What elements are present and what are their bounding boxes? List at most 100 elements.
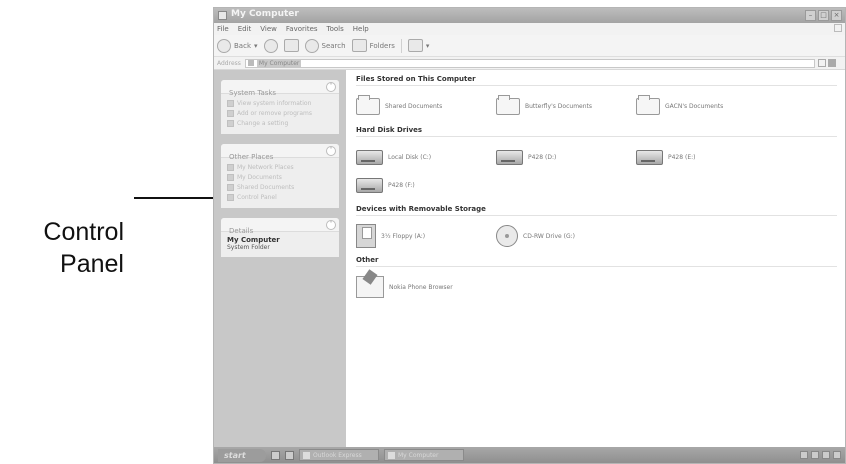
search-label: Search	[321, 41, 346, 50]
menu-view[interactable]: View	[260, 25, 277, 33]
list-item[interactable]: Shared Documents	[356, 92, 496, 120]
toolbar: Back ▾ Search Folders ▾	[214, 35, 845, 57]
views-button[interactable]: ▾	[407, 39, 430, 52]
callout-label: Control Panel	[0, 216, 124, 280]
list-item[interactable]: P428 (D:)	[496, 143, 636, 171]
hard-drive-icon	[636, 149, 663, 165]
phone-browser-icon	[356, 276, 384, 298]
other-places-panel: Other Places ˄ My Network Places My Docu…	[221, 144, 339, 208]
list-item[interactable]: P428 (F:)	[356, 171, 496, 199]
forward-arrow-icon	[263, 38, 278, 53]
group-title-hdd: Hard Disk Drives	[356, 126, 837, 137]
search-button[interactable]: Search	[304, 38, 346, 53]
list-item[interactable]: GACN's Documents	[636, 92, 776, 120]
window-controls: – □ ×	[805, 10, 842, 21]
tray-icon[interactable]	[822, 451, 830, 459]
collapse-icon[interactable]: ˄	[326, 146, 336, 156]
collapse-icon[interactable]: ˄	[326, 220, 336, 230]
folders-icon	[351, 39, 367, 52]
hard-drive-icon	[356, 177, 383, 193]
back-button[interactable]: Back ▾	[217, 38, 258, 53]
address-input[interactable]: My Computer	[244, 58, 815, 68]
list-item[interactable]: Local Disk (C:)	[356, 143, 496, 171]
place-my-documents[interactable]: My Documents	[227, 172, 333, 182]
group-title-other: Other	[356, 256, 837, 267]
computer-icon	[218, 11, 227, 20]
settings-icon	[227, 119, 234, 127]
list-item[interactable]: 3½ Floppy (A:)	[356, 222, 496, 250]
folders-button[interactable]: Folders	[351, 39, 395, 52]
title-bar[interactable]: My Computer – □ ×	[214, 8, 845, 23]
close-button[interactable]: ×	[831, 10, 842, 21]
menu-file[interactable]: File	[217, 25, 229, 33]
my-computer-window: My Computer – □ × File Edit View Favorit…	[213, 7, 846, 464]
details-header[interactable]: Details ˄	[221, 218, 339, 235]
mail-icon	[303, 451, 310, 459]
back-label: Back	[234, 41, 251, 50]
group-other: Nokia Phone Browser	[356, 273, 837, 301]
task-change-setting[interactable]: Change a setting	[227, 118, 333, 128]
menu-help[interactable]: Help	[353, 25, 369, 33]
back-arrow-icon	[217, 38, 231, 53]
place-shared-documents[interactable]: Shared Documents	[227, 182, 333, 192]
group-title-stored: Files Stored on This Computer	[356, 75, 837, 86]
system-tray	[800, 451, 841, 459]
hard-drive-icon	[496, 149, 523, 165]
window-title: My Computer	[231, 9, 299, 19]
taskbar: start Outlook Express My Computer	[214, 447, 845, 463]
taskbar-item-outlook[interactable]: Outlook Express	[299, 449, 379, 461]
other-places-title: Other Places	[229, 153, 274, 161]
task-add-remove-programs[interactable]: Add or remove programs	[227, 108, 333, 118]
chevron-down-icon: ▾	[425, 41, 430, 50]
menu-edit[interactable]: Edit	[238, 25, 252, 33]
callout-line-1: Control	[43, 218, 124, 246]
task-view-system-info[interactable]: View system information	[227, 98, 333, 108]
windows-flag-icon	[834, 24, 842, 32]
computer-icon	[388, 451, 395, 459]
taskbar-item-my-computer[interactable]: My Computer	[384, 449, 464, 461]
group-removable: 3½ Floppy (A:) CD-RW Drive (G:)	[356, 222, 837, 250]
group-hdd: Local Disk (C:) P428 (D:) P428 (E:) P428…	[356, 143, 837, 199]
system-tasks-header[interactable]: System Tasks ˄	[221, 80, 339, 97]
folder-icon	[636, 94, 660, 115]
address-bar: Address My Computer	[214, 57, 845, 70]
tray-icon[interactable]	[811, 451, 819, 459]
floppy-drive-icon	[356, 224, 376, 248]
control-panel-icon	[227, 193, 234, 201]
place-network[interactable]: My Network Places	[227, 162, 333, 172]
views-icon	[407, 39, 423, 52]
minimize-button[interactable]: –	[805, 10, 816, 21]
tray-icon[interactable]	[800, 451, 808, 459]
address-value: My Computer	[256, 59, 302, 67]
forward-button[interactable]	[263, 38, 278, 53]
list-item[interactable]: Nokia Phone Browser	[356, 273, 496, 301]
details-panel: Details ˄ My Computer System Folder	[221, 218, 339, 257]
folder-icon	[227, 183, 234, 191]
info-icon	[227, 99, 234, 107]
task-pane: System Tasks ˄ View system information A…	[214, 70, 346, 447]
cd-drive-icon	[496, 225, 518, 247]
maximize-button[interactable]: □	[818, 10, 829, 21]
menu-favorites[interactable]: Favorites	[286, 25, 318, 33]
toolbar-divider	[400, 38, 402, 53]
other-places-list: My Network Places My Documents Shared Do…	[221, 158, 339, 208]
list-item[interactable]: P428 (E:)	[636, 143, 776, 171]
quick-launch-icon[interactable]	[285, 450, 294, 460]
collapse-icon[interactable]: ˄	[326, 82, 336, 92]
start-button[interactable]: start	[218, 448, 266, 462]
place-control-panel[interactable]: Control Panel	[227, 192, 333, 202]
up-button[interactable]	[283, 39, 299, 52]
folder-icon	[227, 173, 234, 181]
go-button[interactable]	[818, 59, 843, 68]
address-label: Address	[217, 59, 241, 67]
quick-launch-icon[interactable]	[271, 450, 280, 460]
network-icon	[227, 163, 234, 171]
list-item[interactable]: Butterfly's Documents	[496, 92, 636, 120]
folders-label: Folders	[369, 41, 395, 50]
other-places-header[interactable]: Other Places ˄	[221, 144, 339, 161]
tray-icon[interactable]	[833, 451, 841, 459]
file-view: Files Stored on This Computer Shared Doc…	[346, 70, 845, 447]
list-item[interactable]: CD-RW Drive (G:)	[496, 222, 636, 250]
group-stored: Shared Documents Butterfly's Documents G…	[356, 92, 837, 120]
menu-tools[interactable]: Tools	[327, 25, 344, 33]
